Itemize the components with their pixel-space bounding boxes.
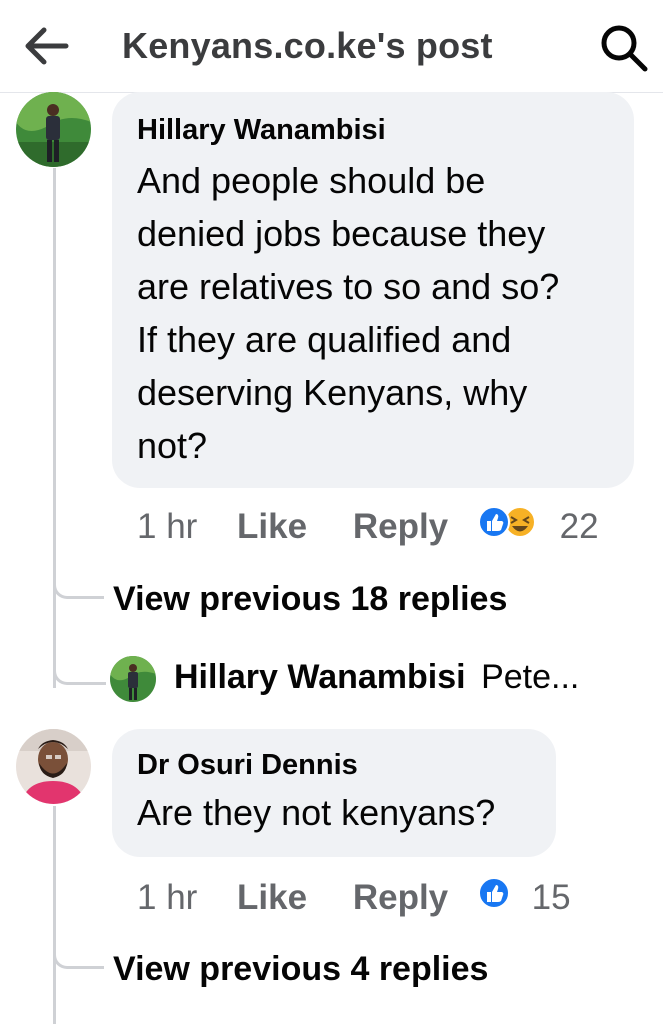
thread-line	[53, 168, 56, 688]
reply-button[interactable]: Reply	[353, 878, 448, 918]
top-app-bar: Kenyans.co.ke's post	[0, 0, 663, 93]
comment-bubble[interactable]: Dr Osuri Dennis Are they not kenyans?	[112, 729, 556, 857]
comment-text: Are they not kenyans?	[137, 792, 496, 833]
comment-bubble[interactable]: Hillary Wanambisi And people should be d…	[112, 92, 634, 488]
view-previous-replies[interactable]: View previous 18 replies	[113, 580, 507, 619]
comment-author[interactable]: Hillary Wanambisi	[137, 114, 559, 147]
reaction-count[interactable]: 15	[532, 878, 571, 918]
latest-reply-preview[interactable]: Hillary Wanambisi Pete...	[174, 658, 579, 697]
avatar[interactable]	[16, 92, 91, 167]
comment-text: And people should be denied jobs because…	[137, 160, 560, 466]
comment-actions: 1 hr Like Reply 22	[137, 504, 599, 549]
reply-preview-text: Pete...	[481, 658, 580, 696]
thread-line	[53, 806, 56, 1024]
reactions[interactable]	[476, 875, 512, 920]
comment-time: 1 hr	[137, 877, 198, 917]
reactions[interactable]	[476, 504, 540, 549]
like-button[interactable]: Like	[237, 878, 307, 918]
like-reaction-icon	[477, 506, 510, 538]
page-title: Kenyans.co.ke's post	[122, 25, 493, 66]
thread-connector	[53, 560, 104, 599]
view-previous-replies[interactable]: View previous 4 replies	[113, 950, 488, 989]
like-reaction-icon	[477, 877, 510, 909]
reply-button[interactable]: Reply	[353, 507, 448, 547]
comment-time: 1 hr	[137, 506, 198, 546]
search-icon[interactable]	[598, 22, 650, 74]
reply-avatar[interactable]	[110, 656, 156, 702]
comment-author[interactable]: Dr Osuri Dennis	[137, 749, 495, 782]
back-arrow-icon[interactable]	[22, 24, 70, 68]
reaction-count[interactable]: 22	[560, 507, 599, 547]
avatar[interactable]	[16, 729, 91, 804]
thread-connector	[53, 640, 106, 685]
reply-author: Hillary Wanambisi	[174, 658, 466, 696]
thread-connector	[53, 930, 104, 969]
comment-actions: 1 hr Like Reply 15	[137, 875, 571, 920]
like-button[interactable]: Like	[237, 507, 307, 547]
